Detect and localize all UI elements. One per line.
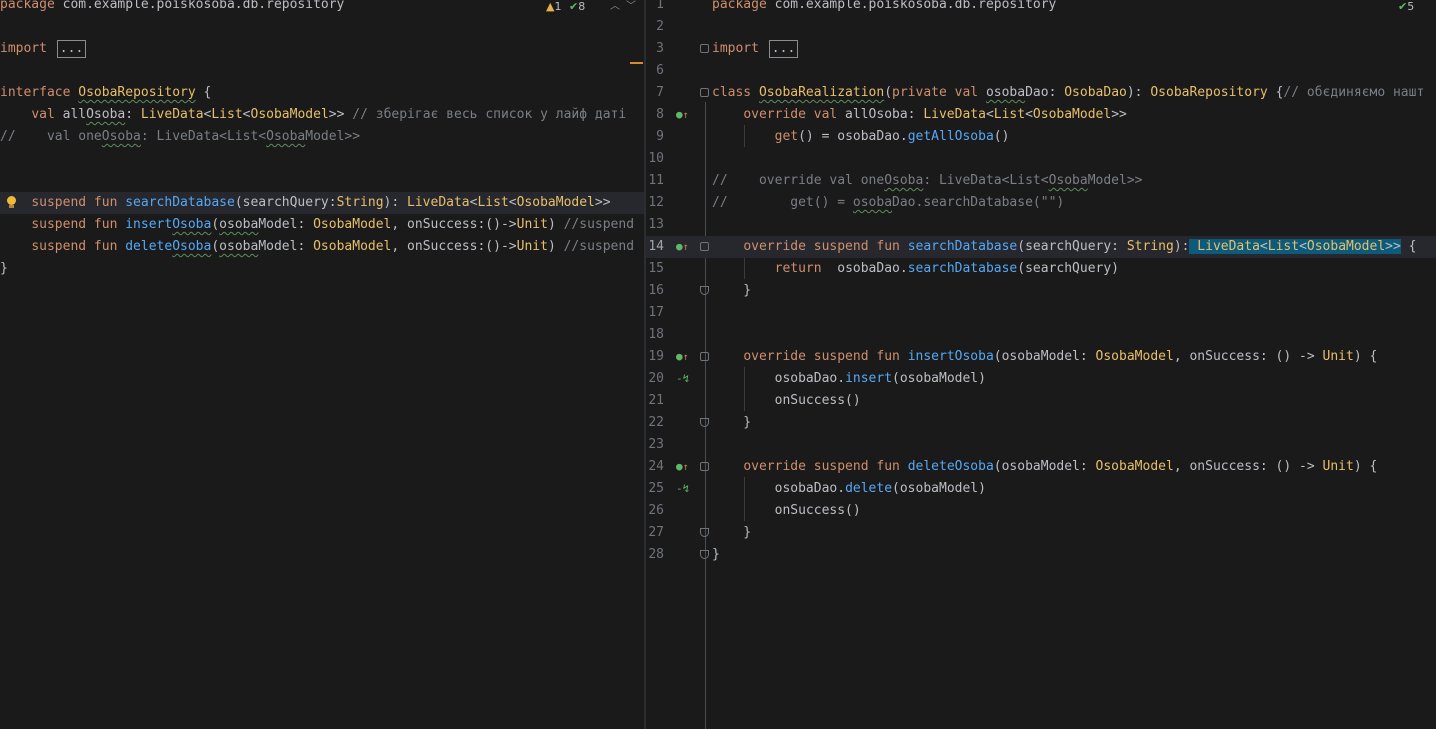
folded-imports[interactable]: ...	[768, 40, 799, 58]
fold-icon[interactable]	[700, 44, 709, 53]
override-icon[interactable]: ●↑	[676, 104, 690, 126]
right-editor[interactable]: ✔5 1 package com.example.poiskosoba.db.re…	[646, 0, 1436, 729]
left-editor[interactable]: ▲1 ✔8 ︿ ﹀ package com.example.poiskosoba…	[0, 0, 644, 729]
code-line[interactable]: interface OsobaRepository {	[0, 82, 644, 104]
line-number[interactable]: 1	[646, 0, 664, 16]
override-icon[interactable]: ●↑	[676, 236, 690, 258]
code-line[interactable]: }	[0, 258, 644, 280]
fold-icon[interactable]	[700, 242, 709, 251]
line-number[interactable]: 23	[646, 434, 664, 456]
line-number[interactable]: 21	[646, 390, 664, 412]
line-number[interactable]: 2	[646, 16, 664, 38]
line-number[interactable]: 15	[646, 258, 664, 280]
line-number[interactable]: 20	[646, 368, 664, 390]
code-line[interactable]: suspend fun deleteOsoba(osobaModel: Osob…	[0, 236, 644, 258]
line-number[interactable]: 16	[646, 280, 664, 302]
line-number[interactable]: 24	[646, 456, 664, 478]
fold-icon[interactable]	[700, 550, 709, 559]
code-line[interactable]: suspend fun searchDatabase(searchQuery:S…	[0, 192, 644, 214]
suspend-call-icon[interactable]: -↯	[676, 368, 690, 390]
fold-icon[interactable]	[700, 286, 709, 295]
override-icon[interactable]: ●↑	[676, 456, 690, 478]
line-number[interactable]: 13	[646, 214, 664, 236]
line-number[interactable]: 12	[646, 192, 664, 214]
line-number[interactable]: 25	[646, 478, 664, 500]
line-number[interactable]: 28	[646, 544, 664, 566]
line-number[interactable]: 26	[646, 500, 664, 522]
line-number[interactable]: 19	[646, 346, 664, 368]
code-line[interactable]: suspend fun insertOsoba(osobaModel: Osob…	[0, 214, 644, 236]
override-icon[interactable]: ●↑	[676, 346, 690, 368]
code-line[interactable]: import ...	[0, 38, 644, 60]
fold-icon[interactable]	[700, 352, 709, 361]
line-number[interactable]: 9	[646, 126, 664, 148]
line-number[interactable]: 7	[646, 82, 664, 104]
line-number[interactable]: 8	[646, 104, 664, 126]
line-number[interactable]: 27	[646, 522, 664, 544]
code-line[interactable]: // val oneOsoba: LiveData<List<OsobaMode…	[0, 126, 644, 148]
suspend-call-icon[interactable]: -↯	[676, 478, 690, 500]
line-number[interactable]: 3	[646, 38, 664, 60]
line-number[interactable]: 22	[646, 412, 664, 434]
line-number[interactable]: 18	[646, 324, 664, 346]
line-number[interactable]: 17	[646, 302, 664, 324]
fold-icon[interactable]	[700, 88, 709, 97]
fold-icon[interactable]	[700, 462, 709, 471]
line-number[interactable]: 10	[646, 148, 664, 170]
code-line[interactable]: package com.example.poiskosoba.db.reposi…	[0, 0, 644, 16]
folded-imports[interactable]: ...	[56, 40, 87, 58]
line-number[interactable]: 11	[646, 170, 664, 192]
warning-stripe-marker[interactable]	[630, 62, 643, 64]
code-line[interactable]: val allOsoba: LiveData<List<OsobaModel>>…	[0, 104, 644, 126]
line-number[interactable]: 6	[646, 60, 664, 82]
fold-icon[interactable]	[700, 528, 709, 537]
line-number[interactable]: 14	[646, 236, 664, 258]
fold-icon[interactable]	[700, 418, 709, 427]
